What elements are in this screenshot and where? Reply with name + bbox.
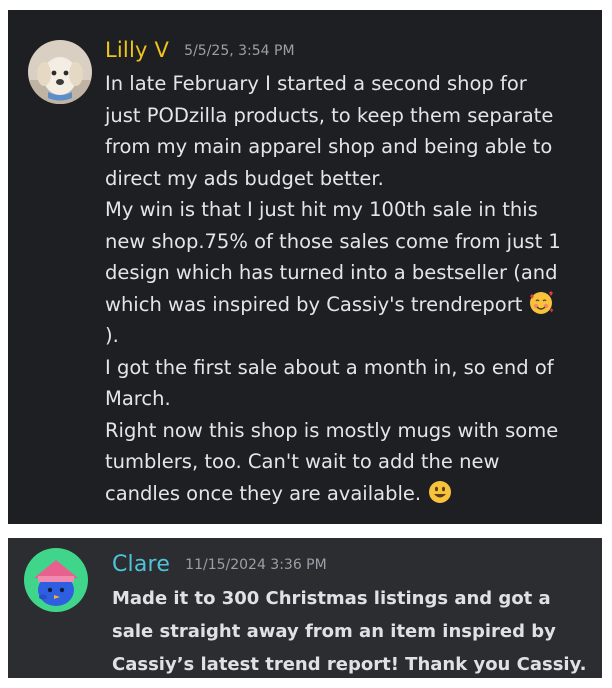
message-content: In late February I started a second shop… [105, 68, 561, 509]
message-line: sale straight away from an item inspired… [112, 621, 556, 642]
message-header: Clare 11/15/2024 3:36 PM [112, 552, 327, 577]
message-line: tumblers, too. Can't wait to add the new [105, 450, 500, 473]
chat-message: Lilly V 5/5/25, 3:54 PM In late February… [8, 10, 602, 524]
message-line: My win is that I just hit my 100th sale … [105, 198, 538, 221]
message-line: Made it to 300 Christmas listings and go… [112, 588, 551, 609]
message-line: ). [105, 324, 119, 347]
puppy-avatar-icon [28, 40, 92, 104]
grinning-face-icon [429, 480, 452, 503]
message-line: Right now this shop is mostly mugs with … [105, 418, 559, 442]
message-line: In late February I started a second shop… [105, 72, 527, 95]
author-name[interactable]: Clare [112, 552, 170, 577]
blue-character-avatar-icon [24, 548, 88, 612]
message-line: from my main apparel shop and being able… [105, 135, 553, 158]
message-line: candles once they are available. [105, 478, 561, 510]
author-name[interactable]: Lilly V [105, 38, 169, 62]
message-content: Made it to 300 Christmas listings and go… [112, 582, 587, 681]
message-header: Lilly V 5/5/25, 3:54 PM [105, 38, 295, 62]
message-line: new shop.75% of those sales come from ju… [105, 229, 561, 253]
chat-message: Clare 11/15/2024 3:36 PM Made it to 300 … [8, 538, 602, 678]
avatar[interactable] [24, 548, 88, 612]
timestamp: 5/5/25, 3:54 PM [184, 43, 295, 59]
timestamp: 11/15/2024 3:36 PM [185, 557, 327, 573]
message-line: design which has turned into a bestselle… [105, 261, 558, 284]
message-line: March. [105, 387, 171, 410]
avatar[interactable] [28, 40, 92, 104]
message-line: direct my ads budget better. [105, 166, 384, 190]
message-line: I got the first sale about a month in, s… [105, 355, 554, 379]
message-line: which was inspired by Cassiy's trendrepo… [105, 289, 561, 321]
message-line: Cassiy’s latest trend report! Thank you … [112, 654, 587, 675]
message-line: just PODzilla products, to keep them sep… [105, 103, 554, 127]
smiling-face-with-hearts-icon [530, 290, 554, 314]
